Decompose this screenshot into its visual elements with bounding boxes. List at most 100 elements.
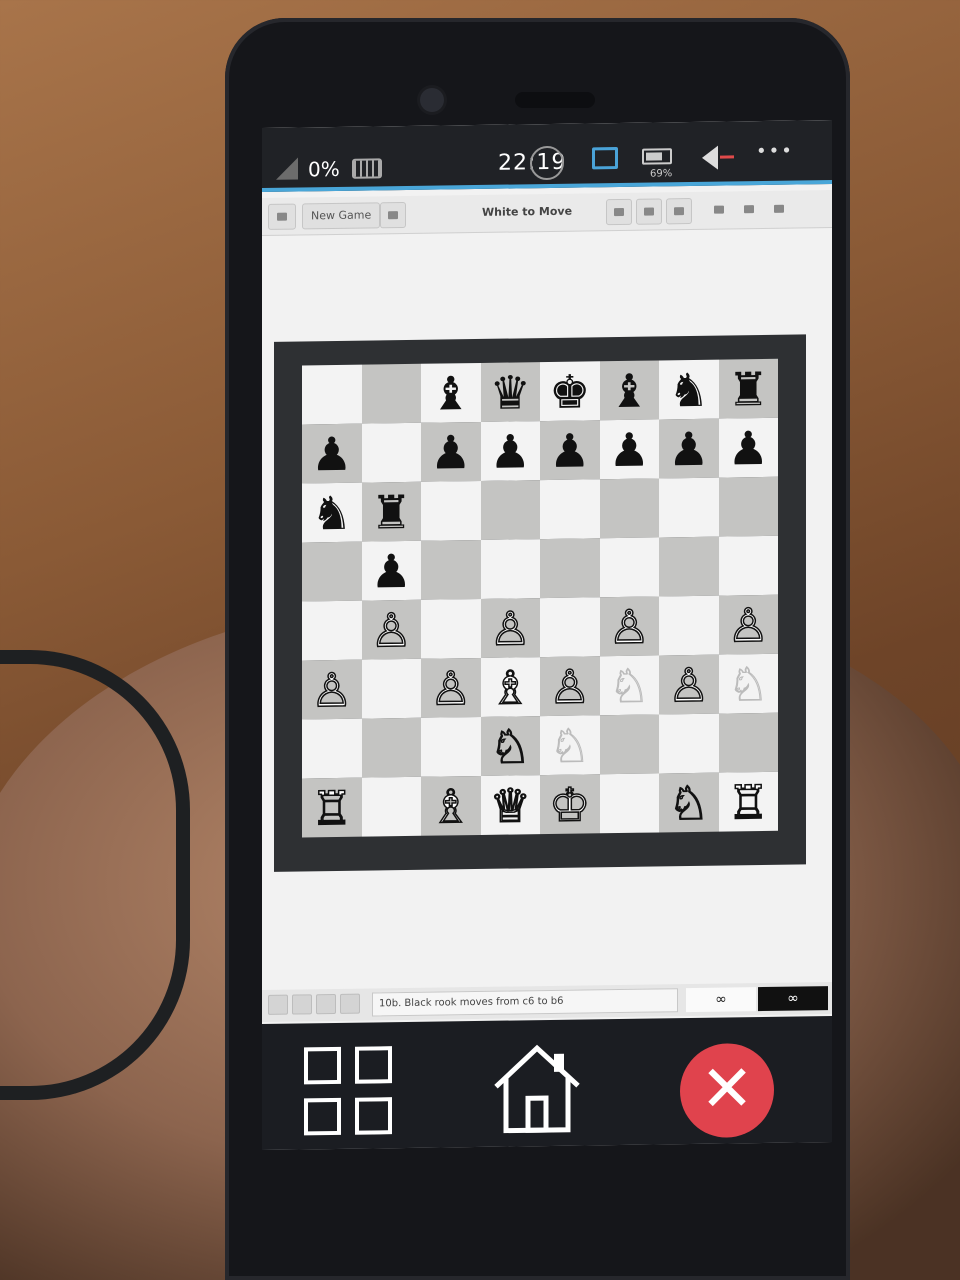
chess-piece[interactable]: ♗ (489, 659, 532, 715)
chess-piece[interactable]: ♔ (548, 776, 591, 832)
square-a6[interactable]: ♞ (302, 482, 362, 543)
square-a1[interactable]: ♖ (302, 777, 362, 838)
toolbar-button-3[interactable] (666, 197, 692, 225)
more-icon[interactable]: ••• (756, 141, 794, 163)
square-a5[interactable] (302, 541, 362, 602)
square-c1[interactable]: ♗ (421, 775, 481, 836)
square-g8[interactable]: ♞ (659, 359, 719, 420)
next-move-button[interactable] (316, 993, 336, 1015)
square-e6[interactable] (540, 479, 600, 540)
last-move-button[interactable] (340, 993, 360, 1014)
chess-piece[interactable]: ♝ (430, 366, 471, 421)
chess-piece[interactable]: ♗ (429, 778, 472, 834)
square-a2[interactable] (302, 718, 362, 779)
square-d6[interactable] (480, 480, 540, 540)
undo-button[interactable] (380, 201, 406, 229)
square-f4[interactable]: ♙ (599, 596, 659, 657)
square-h2[interactable] (718, 712, 778, 773)
chess-piece[interactable]: ♟ (668, 421, 709, 476)
square-f2[interactable] (599, 714, 659, 775)
square-g2[interactable] (659, 713, 719, 774)
square-g6[interactable] (659, 477, 719, 538)
chess-piece[interactable]: ♟ (311, 426, 352, 481)
square-e4[interactable] (540, 597, 600, 658)
square-b1[interactable] (361, 776, 421, 837)
square-b7[interactable] (361, 422, 421, 483)
square-c8[interactable]: ♝ (421, 362, 481, 423)
chess-piece[interactable]: ♙ (727, 597, 770, 653)
square-f3[interactable]: ♘ (599, 655, 659, 716)
square-f5[interactable] (599, 537, 659, 598)
square-f7[interactable]: ♟ (599, 419, 659, 480)
square-g7[interactable]: ♟ (659, 418, 719, 479)
chess-piece[interactable]: ♘ (608, 658, 650, 714)
square-a3[interactable]: ♙ (302, 659, 362, 720)
chess-piece[interactable]: ♙ (548, 658, 591, 714)
toolbar-button-4[interactable] (706, 197, 732, 223)
square-h6[interactable] (718, 476, 778, 537)
chess-piece[interactable]: ♙ (608, 598, 651, 654)
square-e7[interactable]: ♟ (540, 420, 600, 481)
square-d1[interactable]: ♕ (480, 775, 540, 835)
square-d7[interactable]: ♟ (480, 421, 540, 481)
chess-piece[interactable]: ♜ (728, 361, 769, 416)
home-icon[interactable] (492, 1040, 582, 1137)
toolbar-button-5[interactable] (736, 197, 762, 223)
square-d8[interactable]: ♛ (480, 362, 540, 422)
square-f6[interactable] (599, 478, 659, 539)
chess-piece[interactable]: ♘ (667, 775, 710, 831)
close-app-button[interactable]: ✕ (680, 1042, 774, 1139)
chess-piece[interactable]: ♕ (489, 777, 532, 833)
square-f1[interactable] (599, 773, 659, 834)
square-f8[interactable]: ♝ (599, 360, 659, 421)
chess-piece[interactable]: ♙ (667, 657, 710, 713)
chess-piece[interactable]: ♙ (310, 661, 353, 717)
square-g4[interactable] (659, 595, 719, 656)
square-b8[interactable] (361, 363, 421, 424)
square-d2[interactable]: ♘ (480, 716, 540, 776)
square-c7[interactable]: ♟ (421, 421, 481, 482)
square-h3[interactable]: ♘ (718, 653, 778, 714)
keyboard-icon[interactable] (352, 158, 382, 179)
chess-piece[interactable]: ♘ (489, 718, 532, 774)
square-b2[interactable] (361, 717, 421, 778)
square-g5[interactable] (659, 536, 719, 597)
chess-piece[interactable]: ♞ (311, 485, 352, 540)
square-h5[interactable] (718, 535, 778, 596)
chess-piece[interactable]: ♖ (727, 774, 770, 830)
square-a4[interactable] (302, 600, 362, 661)
square-h1[interactable]: ♖ (718, 771, 778, 832)
square-b4[interactable]: ♙ (361, 599, 421, 660)
square-c2[interactable] (421, 716, 481, 777)
toolbar-button-6[interactable] (766, 197, 792, 223)
square-c4[interactable] (421, 598, 481, 659)
chess-piece[interactable]: ♙ (489, 600, 532, 656)
square-b5[interactable]: ♟ (361, 540, 421, 601)
square-h4[interactable]: ♙ (718, 594, 778, 655)
square-b6[interactable]: ♜ (361, 481, 421, 542)
battery-icon[interactable] (642, 148, 672, 165)
new-game-button[interactable]: New Game (302, 202, 381, 230)
chess-piece[interactable]: ♝ (609, 363, 650, 418)
chess-piece[interactable]: ♘ (727, 656, 769, 712)
square-c5[interactable] (421, 539, 481, 600)
chess-piece[interactable]: ♘ (549, 717, 591, 773)
square-a8[interactable] (302, 364, 362, 425)
chess-piece[interactable]: ♜ (371, 484, 412, 539)
square-e2[interactable]: ♘ (540, 715, 600, 776)
chess-piece[interactable]: ♟ (728, 420, 769, 475)
square-e5[interactable] (540, 538, 600, 599)
chess-piece[interactable]: ♟ (371, 543, 412, 598)
chess-piece[interactable]: ♚ (549, 364, 590, 419)
first-move-button[interactable] (268, 994, 288, 1015)
square-h7[interactable]: ♟ (718, 417, 778, 478)
chess-piece[interactable]: ♛ (490, 365, 531, 420)
volume-icon[interactable] (702, 145, 718, 170)
chess-piece[interactable]: ♟ (609, 422, 650, 477)
square-g3[interactable]: ♙ (659, 654, 719, 715)
square-h8[interactable]: ♜ (718, 358, 778, 419)
chess-board[interactable]: ♝ ♛ ♚ ♝ ♞ ♜ ♟ ♟ ♟ ♟ ♟ ♟ ♟ ♞ ♜ ♟ ♙ ♙ ♙ ♙ ♙ ♙ ♗ ♙ ♘ ♙ ♘ ♘ ♘ ♖ ♗ ♕ ♔ ♘ ♖ (302, 358, 778, 838)
square-d3[interactable]: ♗ (480, 657, 540, 717)
square-a7[interactable]: ♟ (302, 423, 362, 484)
square-g1[interactable]: ♘ (659, 772, 719, 833)
